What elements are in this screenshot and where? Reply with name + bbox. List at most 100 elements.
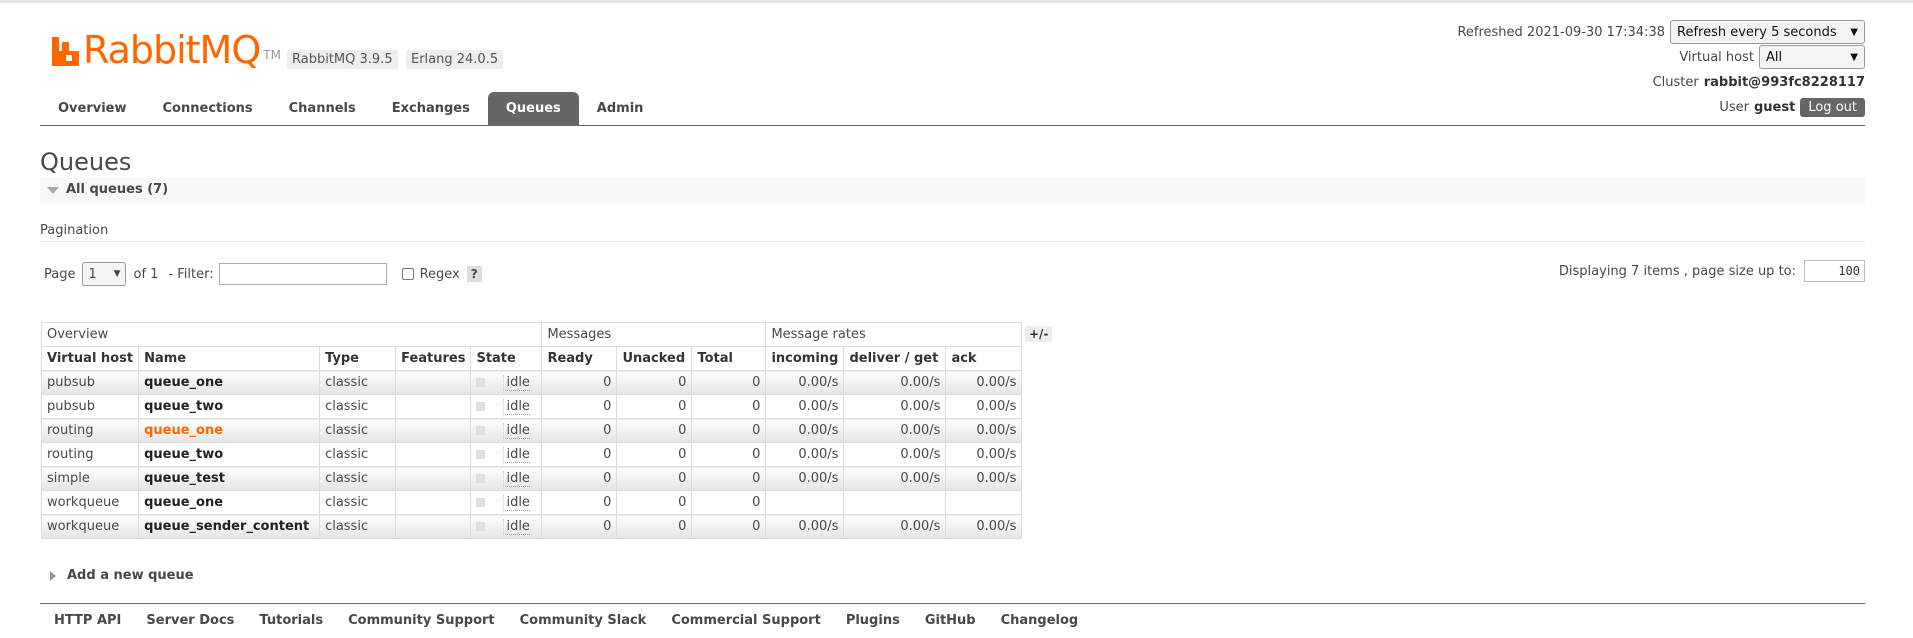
- cell-unacked: 0: [616, 514, 693, 539]
- cell-unacked: 0: [616, 466, 693, 491]
- table-row: routing queue_one classic idle 0 0 0 0.00/s 0.00…: [40, 418, 1023, 443]
- tab-connections[interactable]: Connections: [145, 92, 271, 125]
- state-indicator: idle: [476, 398, 536, 415]
- queue-name-link[interactable]: queue_one: [138, 418, 321, 443]
- queue-name-link[interactable]: queue_two: [138, 394, 321, 419]
- rabbitmq-logo[interactable]: RabbitMQ TM: [52, 30, 281, 70]
- cell-type: classic: [319, 394, 397, 419]
- footer-link-community-support[interactable]: Community Support: [348, 613, 495, 628]
- col-state[interactable]: State: [470, 346, 543, 371]
- filter-input[interactable]: [218, 263, 387, 285]
- col-ack[interactable]: ack: [945, 346, 1023, 371]
- state-square-icon: [476, 402, 486, 411]
- state-square-icon: [476, 474, 486, 483]
- cell-type: classic: [319, 490, 397, 515]
- regex-help-button[interactable]: ?: [466, 266, 482, 282]
- col-incoming[interactable]: incoming: [765, 346, 845, 371]
- footer-link-plugins[interactable]: Plugins: [846, 613, 900, 628]
- page-select[interactable]: 1 ▼: [82, 262, 127, 286]
- footer-link-github[interactable]: GitHub: [925, 613, 976, 628]
- queue-name-link[interactable]: queue_one: [138, 370, 321, 395]
- top-border: [0, 0, 1913, 3]
- all-queues-section-header[interactable]: All queues (7): [40, 178, 1865, 204]
- cell-deliver-get-rate: 0.00/s: [843, 394, 947, 419]
- tab-overview[interactable]: Overview: [40, 92, 145, 125]
- cell-unacked: 0: [616, 394, 693, 419]
- col-unacked[interactable]: Unacked: [616, 346, 693, 371]
- cell-ack-rate: 0.00/s: [945, 370, 1023, 395]
- cell-ready: 0: [541, 466, 618, 491]
- tab-channels[interactable]: Channels: [271, 92, 374, 125]
- cell-state: idle: [470, 442, 543, 467]
- page-size-input[interactable]: 100: [1804, 260, 1865, 282]
- refresh-interval-select[interactable]: Refresh every 5 seconds ▼: [1670, 20, 1865, 44]
- cell-features: [395, 370, 472, 395]
- cell-deliver-get-rate: [843, 490, 947, 515]
- page-select-value: 1: [88, 266, 97, 282]
- logout-button[interactable]: Log out: [1800, 97, 1865, 117]
- col-virtual-host[interactable]: Virtual host: [40, 346, 140, 371]
- cell-ack-rate: 0.00/s: [945, 418, 1023, 443]
- cell-total: 0: [691, 514, 767, 539]
- queue-name-link[interactable]: queue_two: [138, 442, 321, 467]
- cell-ready: 0: [541, 514, 618, 539]
- regex-checkbox[interactable]: [401, 268, 414, 280]
- tab-queues[interactable]: Queues: [487, 92, 579, 125]
- cell-virtual-host: workqueue: [40, 490, 140, 515]
- state-square-icon: [476, 378, 486, 387]
- footer-links: HTTP API Server Docs Tutorials Community…: [54, 613, 1103, 628]
- table-row: pubsub queue_two classic idle 0 0 0 0.00/s 0.00/…: [40, 394, 1023, 419]
- cell-ack-rate: 0.00/s: [945, 514, 1023, 539]
- tab-exchanges[interactable]: Exchanges: [374, 92, 488, 125]
- col-features[interactable]: Features: [395, 346, 472, 371]
- page-title: Queues: [40, 148, 132, 176]
- tab-admin[interactable]: Admin: [579, 92, 662, 125]
- footer-link-tutorials[interactable]: Tutorials: [259, 613, 323, 628]
- cell-virtual-host: routing: [40, 442, 140, 467]
- state-indicator: idle: [476, 422, 536, 439]
- col-deliver-get[interactable]: deliver / get: [843, 346, 947, 371]
- col-type[interactable]: Type: [319, 346, 397, 371]
- cell-virtual-host: routing: [40, 418, 140, 443]
- vhost-select[interactable]: All ▼: [1759, 45, 1865, 69]
- add-queue-section-header[interactable]: Add a new queue: [50, 568, 194, 583]
- cell-incoming-rate: 0.00/s: [765, 370, 845, 395]
- footer-link-server-docs[interactable]: Server Docs: [146, 613, 234, 628]
- expand-triangle-icon: [50, 570, 56, 581]
- display-info: Displaying 7 items , page size up to: 10…: [1559, 260, 1865, 282]
- cell-ready: 0: [541, 370, 618, 395]
- cell-deliver-get-rate: 0.00/s: [843, 466, 947, 491]
- cell-ready: 0: [541, 394, 618, 419]
- col-ready[interactable]: Ready: [541, 346, 618, 371]
- cell-ack-rate: 0.00/s: [945, 442, 1023, 467]
- state-indicator: idle: [476, 494, 536, 511]
- cell-incoming-rate: 0.00/s: [765, 466, 845, 491]
- refresh-interval-value: Refresh every 5 seconds: [1677, 24, 1837, 40]
- columns-toggle-button[interactable]: +/-: [1025, 326, 1053, 342]
- footer-link-community-slack[interactable]: Community Slack: [520, 613, 647, 628]
- col-total[interactable]: Total: [691, 346, 767, 371]
- col-name[interactable]: Name: [138, 346, 321, 371]
- state-square-icon: [476, 426, 486, 435]
- cell-state: idle: [470, 394, 543, 419]
- add-queue-label: Add a new queue: [67, 568, 194, 583]
- state-indicator: idle: [476, 374, 536, 391]
- state-label: idle: [503, 494, 530, 511]
- main-nav-tabs: Overview Connections Channels Exchanges …: [40, 92, 661, 125]
- cell-features: [395, 394, 472, 419]
- cell-total: 0: [691, 370, 767, 395]
- queue-name-link[interactable]: queue_sender_content: [138, 514, 321, 539]
- footer-link-http-api[interactable]: HTTP API: [54, 613, 121, 628]
- cell-deliver-get-rate: 0.00/s: [843, 442, 947, 467]
- cell-deliver-get-rate: 0.00/s: [843, 418, 947, 443]
- group-overview: Overview: [40, 322, 543, 347]
- cell-type: classic: [319, 418, 397, 443]
- state-square-icon: [476, 522, 486, 531]
- group-messages: Messages: [541, 322, 767, 347]
- queue-name-link[interactable]: queue_one: [138, 490, 321, 515]
- queue-name-link[interactable]: queue_test: [138, 466, 321, 491]
- footer-link-changelog[interactable]: Changelog: [1001, 613, 1079, 628]
- version-badge: RabbitMQ 3.9.5: [287, 50, 398, 69]
- table-column-header-row: Virtual host Name Type Features State Re…: [40, 346, 1023, 371]
- footer-link-commercial-support[interactable]: Commercial Support: [671, 613, 821, 628]
